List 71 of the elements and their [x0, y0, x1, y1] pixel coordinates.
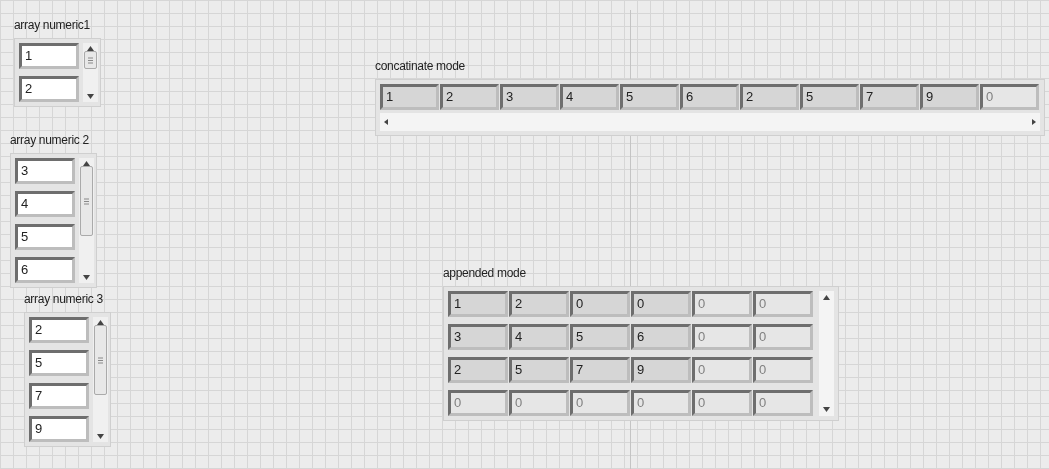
numeric-indicator: 2: [740, 84, 799, 110]
down-arrow-icon: [87, 94, 94, 99]
numeric-indicator: 0: [753, 357, 813, 383]
up-arrow-icon: [87, 46, 94, 51]
numeric-input[interactable]: 6: [15, 257, 75, 283]
numeric-input[interactable]: 3: [15, 158, 75, 184]
numeric-input[interactable]: 5: [15, 224, 75, 250]
vertical-scrollbar[interactable]: [79, 158, 94, 283]
scroll-thumb[interactable]: [80, 166, 93, 236]
numeric-indicator: 9: [631, 357, 691, 383]
numeric-indicator: 0: [692, 390, 752, 416]
numeric-indicator: 1: [380, 84, 439, 110]
numeric-indicator: 5: [509, 357, 569, 383]
numeric-indicator: 0: [570, 390, 630, 416]
numeric-indicator: 2: [440, 84, 499, 110]
grip-icon: [84, 197, 89, 205]
scroll-thumb[interactable]: [84, 51, 97, 69]
numeric-indicator: 0: [631, 291, 691, 317]
array-label: appended mode: [443, 265, 527, 282]
numeric-indicator: 0: [753, 390, 813, 416]
up-arrow-icon: [83, 161, 90, 166]
numeric-indicator: 3: [500, 84, 559, 110]
numeric-input[interactable]: 2: [29, 317, 89, 343]
numeric-indicator: 2: [509, 291, 569, 317]
numeric-indicator: 0: [448, 390, 508, 416]
numeric-input[interactable]: 4: [15, 191, 75, 217]
numeric-indicator: 1: [448, 291, 508, 317]
array-label: array numeric 3: [24, 291, 104, 308]
numeric-indicator: 0: [509, 390, 569, 416]
up-arrow-icon: [823, 295, 830, 300]
horizontal-scrollbar[interactable]: [380, 113, 1040, 131]
numeric-indicator: 4: [509, 324, 569, 350]
numeric-input[interactable]: 2: [19, 76, 79, 102]
numeric-indicator: 0: [980, 84, 1039, 110]
array-label: concatinate mode: [375, 58, 466, 75]
right-arrow-icon: [1032, 119, 1036, 125]
numeric-indicator: 0: [570, 291, 630, 317]
numeric-indicator: 0: [631, 390, 691, 416]
numeric-indicator: 9: [920, 84, 979, 110]
array-label: array numeric 2: [10, 132, 90, 149]
numeric-indicator: 0: [753, 324, 813, 350]
numeric-indicator: 5: [800, 84, 859, 110]
up-arrow-icon: [97, 320, 104, 325]
numeric-indicator: 5: [570, 324, 630, 350]
numeric-indicator: 0: [753, 291, 813, 317]
numeric-indicator: 5: [620, 84, 679, 110]
numeric-indicator: 2: [448, 357, 508, 383]
scroll-thumb[interactable]: [94, 325, 107, 395]
numeric-indicator: 4: [560, 84, 619, 110]
numeric-indicator: 6: [680, 84, 739, 110]
numeric-input[interactable]: 5: [29, 350, 89, 376]
vertical-scrollbar[interactable]: [93, 317, 108, 442]
numeric-indicator: 0: [692, 357, 752, 383]
grip-icon: [98, 356, 103, 364]
grip-icon: [88, 56, 93, 64]
numeric-indicator: 3: [448, 324, 508, 350]
vertical-scrollbar[interactable]: [819, 291, 834, 416]
down-arrow-icon: [823, 407, 830, 412]
vertical-scrollbar[interactable]: [83, 43, 98, 102]
down-arrow-icon: [97, 434, 104, 439]
array-label: array numeric1: [14, 17, 91, 34]
numeric-input[interactable]: 1: [19, 43, 79, 69]
numeric-indicator: 0: [692, 324, 752, 350]
numeric-input[interactable]: 7: [29, 383, 89, 409]
down-arrow-icon: [83, 275, 90, 280]
numeric-indicator: 7: [570, 357, 630, 383]
numeric-indicator: 6: [631, 324, 691, 350]
left-arrow-icon: [384, 119, 388, 125]
numeric-indicator: 7: [860, 84, 919, 110]
numeric-indicator: 0: [692, 291, 752, 317]
numeric-input[interactable]: 9: [29, 416, 89, 442]
